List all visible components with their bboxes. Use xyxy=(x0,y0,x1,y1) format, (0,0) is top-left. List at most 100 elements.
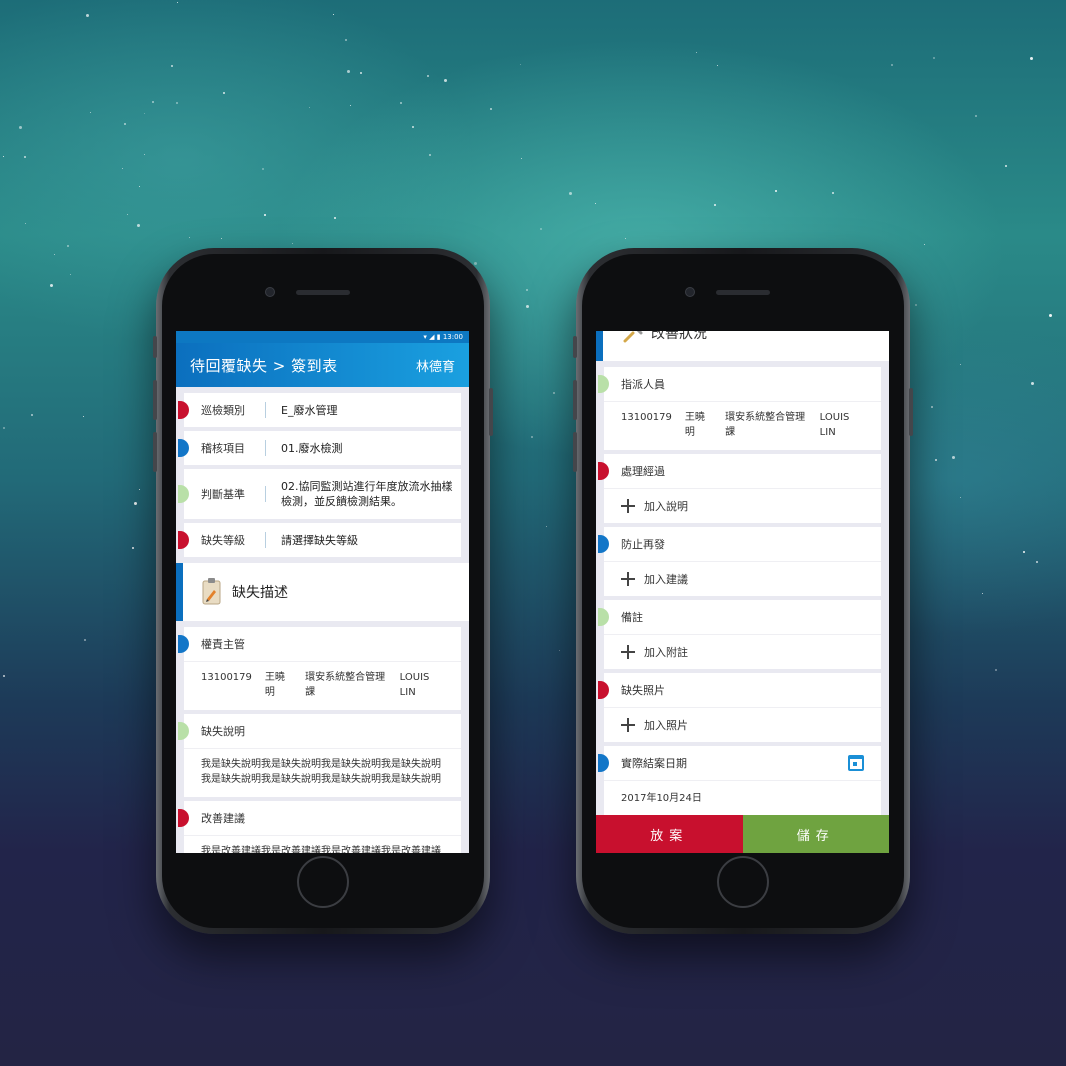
defect-description-card: 缺失說明 我是缺失說明我是缺失說明我是缺失說明我是缺失說明我是缺失說明我是缺失說… xyxy=(178,714,461,797)
block-label: 指派人員 xyxy=(604,367,881,402)
star xyxy=(933,57,935,59)
add-suggestion-button[interactable]: 加入建議 xyxy=(604,562,881,596)
field-row-inspection-category: 巡檢類別 E_廢水管理 xyxy=(178,393,461,427)
star xyxy=(3,675,5,677)
star xyxy=(19,126,22,129)
star xyxy=(90,112,91,113)
field-value: 01.廢水檢測 xyxy=(281,441,343,455)
star xyxy=(124,123,126,125)
cancel-button[interactable]: 放案 xyxy=(596,815,743,853)
close-date-card: 實際結案日期 2017年10月24日 xyxy=(598,746,881,818)
field-row-severity[interactable]: 缺失等級 請選擇缺失等級 xyxy=(178,523,461,557)
star xyxy=(1036,561,1038,563)
plus-icon xyxy=(621,499,635,513)
star xyxy=(1005,165,1007,167)
star xyxy=(975,115,977,117)
add-note-button[interactable]: 加入附註 xyxy=(604,635,881,669)
close-date-value[interactable]: 2017年10月24日 xyxy=(604,781,881,818)
field-value: 02.協同監測站進行年度放流水抽樣檢測，並反饋檢測結果。 xyxy=(281,480,453,508)
plus-icon xyxy=(621,572,635,586)
improvement-text[interactable]: 我是改善建議我是改善建議我是改善建議我是改善建議我是改善建議我是改善建議我是改善… xyxy=(184,836,461,853)
star xyxy=(360,72,362,74)
star xyxy=(347,70,350,73)
star xyxy=(526,305,529,308)
star xyxy=(569,192,572,195)
status-time: 13:00 xyxy=(442,333,463,341)
star xyxy=(3,156,4,157)
description-text[interactable]: 我是缺失說明我是缺失說明我是缺失說明我是缺失說明我是缺失說明我是缺失說明我是缺失… xyxy=(184,749,461,797)
person-meta: 13100179 王曉明 環安系統整合管理課 LOUIS LIN xyxy=(621,410,864,440)
star xyxy=(1023,551,1025,553)
responsible-manager-card: 權責主管 13100179 王曉明 環安系統整合管理課 LOUIS LIN xyxy=(178,627,461,710)
star xyxy=(625,238,626,239)
user-name[interactable]: 林德育 xyxy=(416,356,455,375)
app-bar: 待回覆缺失 > 簽到表 林德育 xyxy=(176,343,469,387)
star xyxy=(83,416,84,417)
field-label: 判斷基準 xyxy=(184,486,266,502)
save-button[interactable]: 儲存 xyxy=(742,815,889,853)
star xyxy=(553,392,555,394)
department: 環安系統整合管理課 xyxy=(725,412,806,438)
star xyxy=(717,65,718,66)
add-photo-button[interactable]: 加入照片 xyxy=(604,708,881,742)
star xyxy=(176,102,178,104)
star xyxy=(137,224,140,227)
star xyxy=(152,101,154,103)
star xyxy=(84,639,86,641)
star xyxy=(309,107,310,108)
phone-left: ▾ ◢ ▮ 13:00 待回覆缺失 > 簽到表 林德育 巡檢類別 E_廢水管理 … xyxy=(153,248,493,934)
star xyxy=(3,427,5,429)
star xyxy=(54,254,55,255)
star xyxy=(221,238,222,239)
defect-photo-card: 缺失照片 加入照片 xyxy=(598,673,881,742)
block-label: 備註 xyxy=(604,600,881,635)
star xyxy=(334,217,336,219)
star xyxy=(292,243,293,244)
block-label-row: 實際結案日期 xyxy=(604,746,881,781)
star xyxy=(189,237,190,238)
star xyxy=(1031,382,1034,385)
field-label: 缺失等級 xyxy=(184,532,266,548)
severity-select[interactable]: 請選擇缺失等級 xyxy=(266,533,461,548)
star xyxy=(995,669,997,671)
star xyxy=(86,14,89,17)
star xyxy=(521,158,522,159)
breadcrumb[interactable]: 待回覆缺失 > 簽到表 xyxy=(190,355,338,376)
star xyxy=(144,154,145,155)
block-label: 改善建議 xyxy=(184,801,461,836)
home-button xyxy=(717,856,769,908)
person-meta: 13100179 王曉明 環安系統整合管理課 LOUIS LIN xyxy=(201,670,444,700)
add-label: 加入說明 xyxy=(644,500,688,513)
section-title: 改善狀況 xyxy=(651,331,707,342)
star xyxy=(25,223,26,224)
star xyxy=(931,406,933,408)
power-button xyxy=(489,388,493,436)
star xyxy=(526,289,528,291)
front-camera xyxy=(265,287,275,297)
power-button xyxy=(909,388,913,436)
plus-icon xyxy=(621,718,635,732)
section-accent-bar xyxy=(596,331,603,361)
block-label: 權責主管 xyxy=(184,627,461,662)
calendar-icon[interactable] xyxy=(848,755,864,771)
star xyxy=(546,526,547,527)
add-explanation-button[interactable]: 加入說明 xyxy=(604,489,881,523)
star xyxy=(924,244,925,245)
signal-icon: ▾ ◢ ▮ xyxy=(423,333,443,341)
phone-right: 改善狀況 指派人員 13100179 王曉明 環安系統整合管理課 LOUIS L… xyxy=(573,248,913,934)
screen-right: 改善狀況 指派人員 13100179 王曉明 環安系統整合管理課 LOUIS L… xyxy=(596,331,889,853)
add-label: 加入附註 xyxy=(644,646,688,659)
english-name: LOUIS LIN xyxy=(819,412,850,438)
star xyxy=(952,456,955,459)
star xyxy=(531,436,533,438)
plus-icon xyxy=(621,645,635,659)
star xyxy=(134,502,137,505)
star xyxy=(696,52,697,53)
star xyxy=(333,14,334,15)
volume-up-button xyxy=(153,380,157,420)
action-bar: 放案 儲存 xyxy=(596,815,889,853)
star xyxy=(350,105,351,106)
mute-switch xyxy=(153,336,157,358)
star xyxy=(891,64,893,66)
employee-name: 王曉明 xyxy=(684,412,705,438)
